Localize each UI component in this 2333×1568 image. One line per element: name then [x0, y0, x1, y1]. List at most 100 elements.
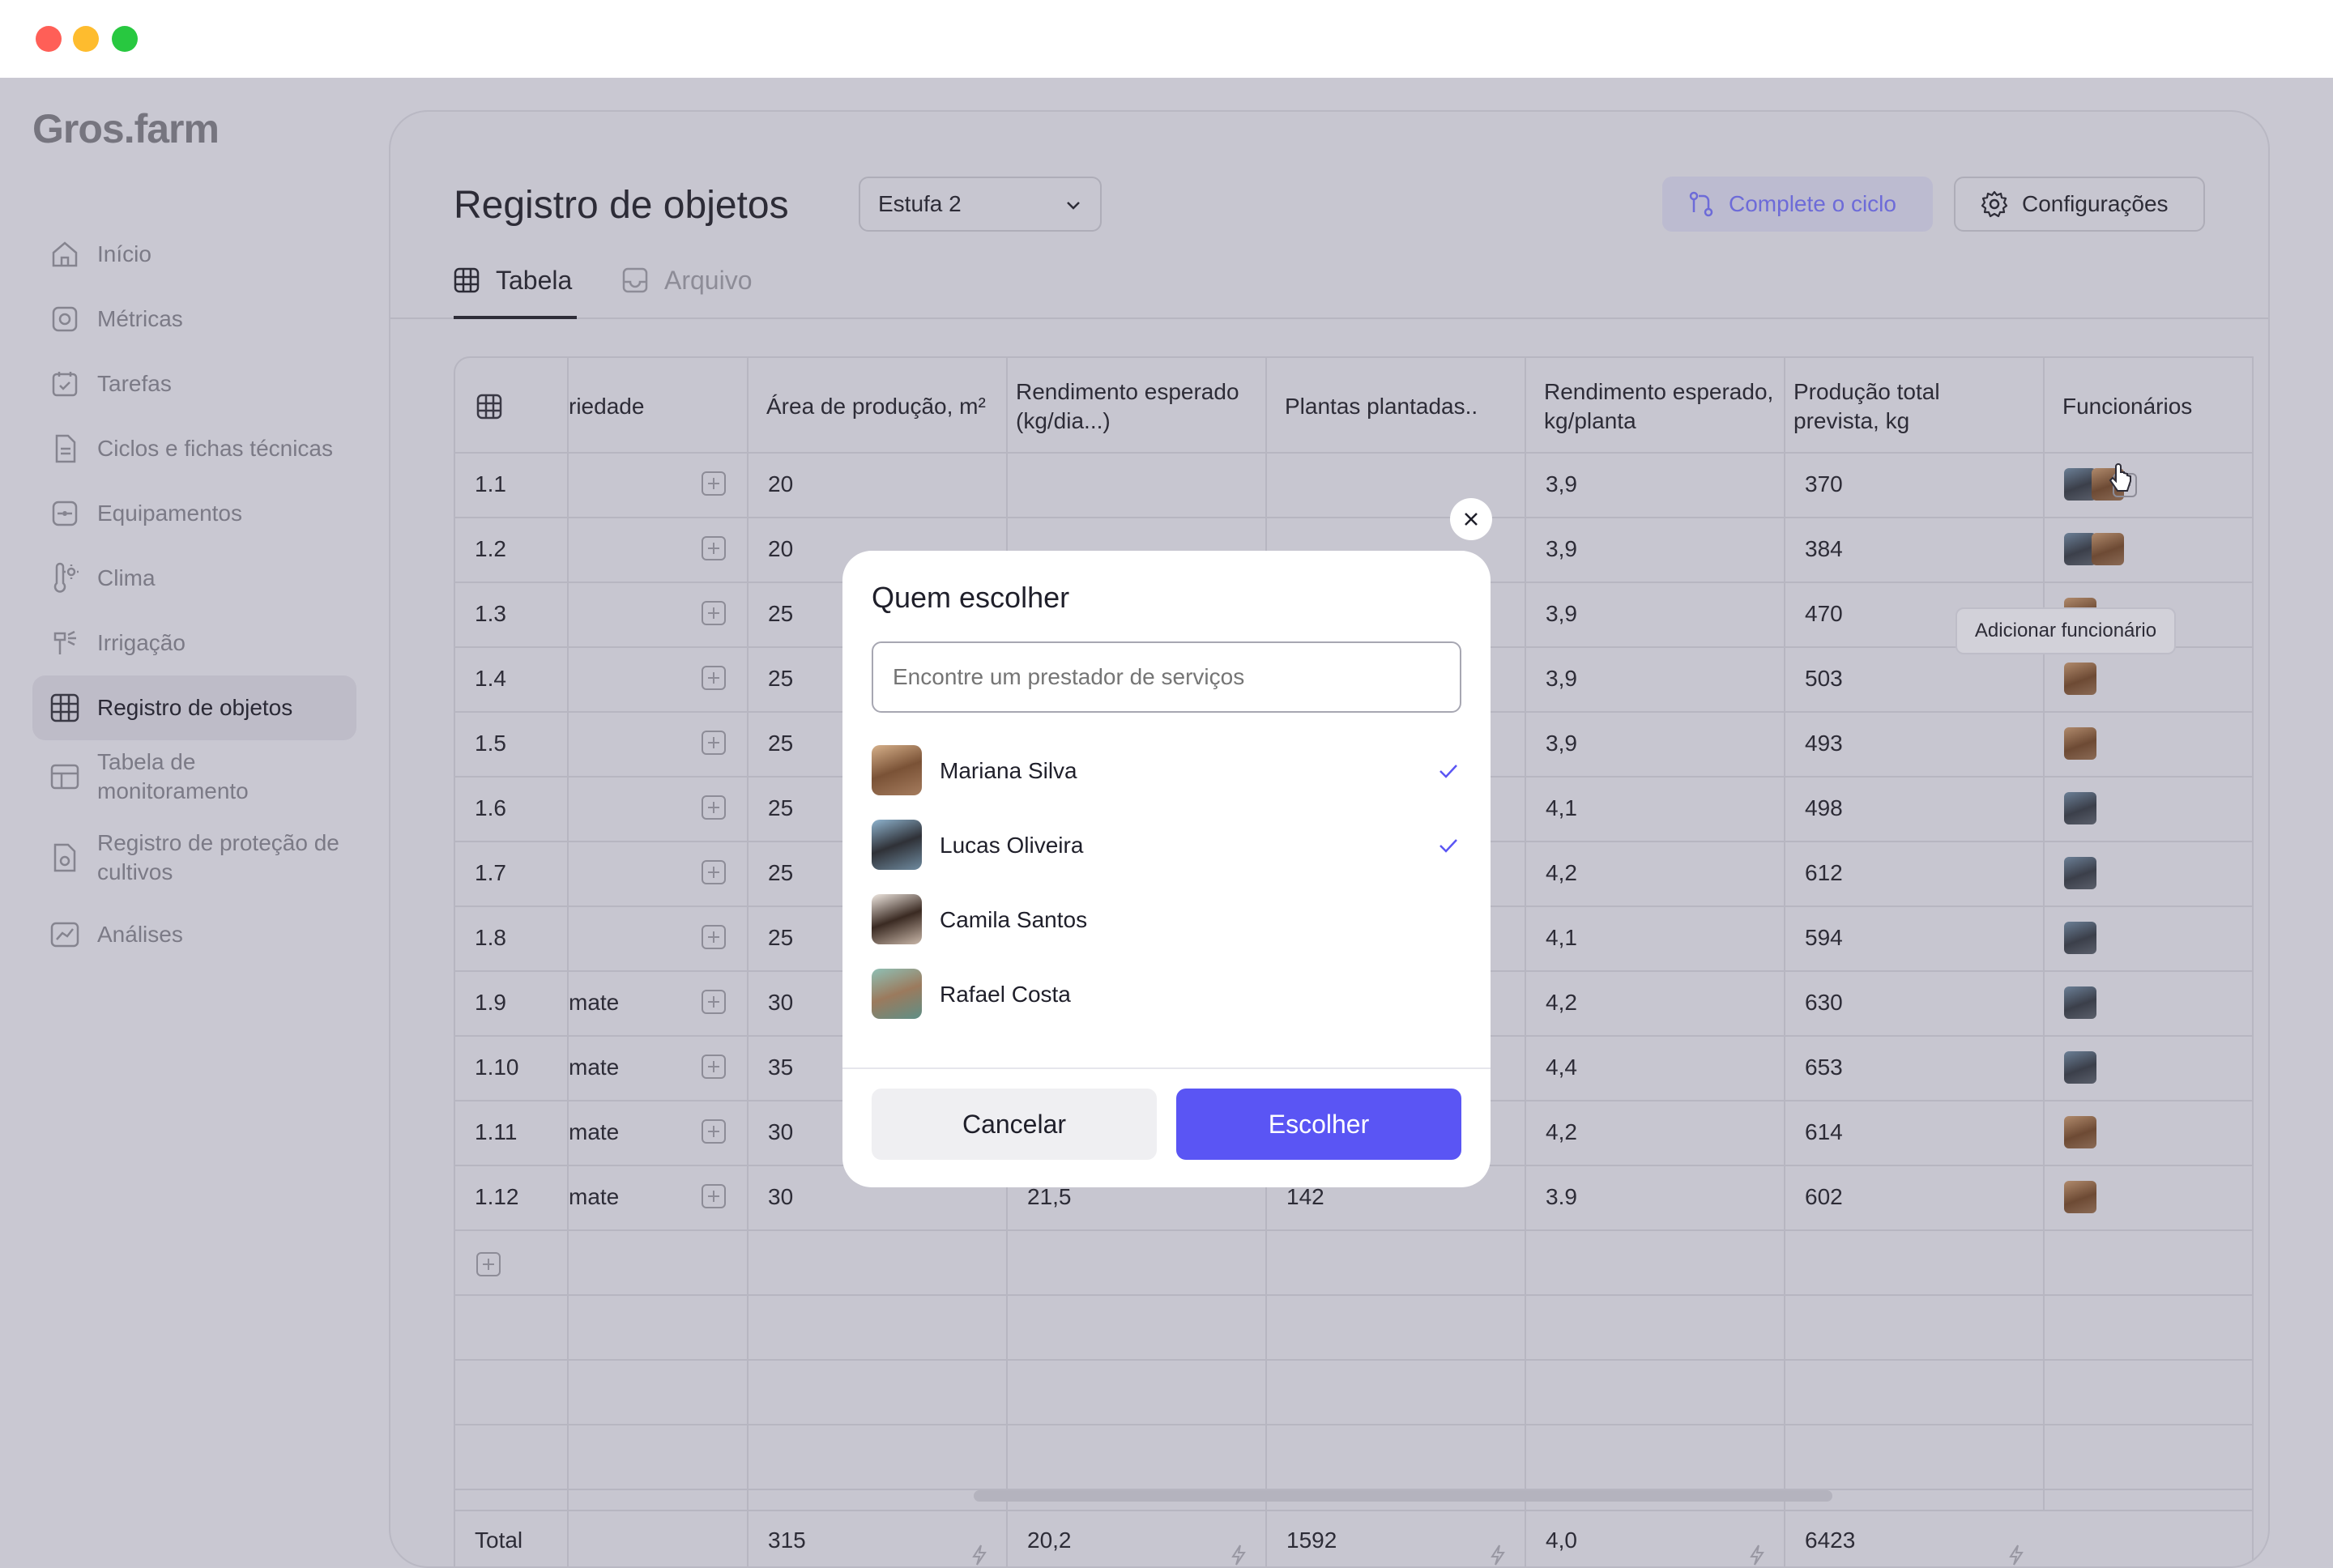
cell-id: 1.2 [475, 536, 506, 561]
sidebar-item-clima[interactable]: Clima [32, 546, 356, 611]
cell-yield-plant: 4,2 [1546, 1119, 1577, 1144]
sidebar-item-analises[interactable]: Análises [32, 902, 356, 967]
sidebar-item-label: Tabela de monitoramento [97, 749, 249, 803]
avatar [872, 894, 922, 944]
add-variety-button[interactable] [702, 731, 726, 755]
column-header-area[interactable]: Área de produção, m² [766, 392, 986, 421]
employee-avatar[interactable] [2064, 922, 2096, 954]
cell-yield-plant: 4,2 [1546, 860, 1577, 885]
add-variety-button[interactable] [702, 666, 726, 690]
total-yield-plant: 4,0 [1546, 1528, 1577, 1553]
add-variety-button[interactable] [702, 990, 726, 1014]
cell-area: 25 [768, 601, 794, 626]
cell-variety: mate [569, 1055, 620, 1080]
window-maximize-button[interactable] [112, 26, 138, 52]
sidebar-item-inicio[interactable]: Início [32, 222, 356, 287]
tab-arquivo[interactable]: Arquivo [622, 264, 768, 313]
cell-yield-plant: 3,9 [1546, 666, 1577, 691]
settings-button[interactable]: Configurações [1954, 177, 2205, 232]
chevron-down-icon [1067, 202, 1080, 210]
cell-total: 612 [1805, 860, 1843, 885]
add-row-button[interactable] [476, 1252, 501, 1276]
horizontal-scrollbar[interactable] [974, 1490, 1832, 1502]
provider-item[interactable]: Camila Santos [872, 894, 1461, 946]
cycle-icon [1689, 191, 1713, 217]
equipment-icon [52, 501, 78, 526]
add-variety-button[interactable] [702, 601, 726, 625]
employee-avatar[interactable] [2064, 1051, 2096, 1084]
cell-id: 1.10 [475, 1055, 519, 1080]
cell-total: 503 [1805, 666, 1843, 691]
provider-search-input[interactable] [872, 641, 1461, 713]
column-header-yield-day[interactable]: Rendimento esperado (kg/dia...) [1016, 377, 1259, 436]
app-logo: Gros.farm [32, 106, 220, 151]
add-variety-button[interactable] [702, 925, 726, 949]
lightning-icon [1750, 1545, 1764, 1566]
add-employee-tooltip: Adicionar funcionário [1956, 607, 2176, 654]
hand-cursor-icon [2109, 463, 2131, 492]
tasks-icon [52, 372, 78, 397]
add-variety-button[interactable] [702, 471, 726, 496]
employee-avatar[interactable] [2064, 1181, 2096, 1213]
window-minimize-button[interactable] [73, 26, 99, 52]
cell-yield-plant: 3,9 [1546, 601, 1577, 626]
choose-button[interactable]: Escolher [1176, 1089, 1461, 1160]
add-variety-button[interactable] [702, 1055, 726, 1079]
cell-area: 35 [768, 1055, 794, 1080]
sidebar-item-ciclos[interactable]: Ciclos e fichas técnicas [32, 416, 356, 481]
cell-id: 1.11 [475, 1119, 518, 1144]
check-icon [1439, 765, 1457, 778]
add-variety-button[interactable] [702, 536, 726, 560]
complete-cycle-label: Complete o ciclo [1729, 191, 1896, 216]
complete-cycle-button[interactable]: Complete o ciclo [1662, 177, 1933, 232]
column-header-variety[interactable]: riedade [569, 392, 644, 421]
provider-item[interactable]: Lucas Oliveira [872, 820, 1461, 871]
add-variety-button[interactable] [702, 795, 726, 820]
sidebar-item-label: Irrigação [97, 630, 186, 655]
window-close-button[interactable] [36, 26, 62, 52]
cancel-button[interactable]: Cancelar [872, 1089, 1157, 1160]
tab-tabela[interactable]: Tabela [454, 264, 577, 313]
modal-title: Quem escolher [872, 581, 1070, 614]
add-variety-button[interactable] [702, 860, 726, 884]
employee-avatar[interactable] [2064, 857, 2096, 889]
sidebar-item-label: Métricas [97, 306, 183, 331]
avatar [872, 969, 922, 1019]
sidebar-item-metricas[interactable]: Métricas [32, 287, 356, 352]
add-variety-button[interactable] [702, 1184, 726, 1208]
sidebar-item-protecao-cultivos[interactable]: Registro de proteção de cultivos [32, 821, 356, 894]
employee-avatar[interactable] [2064, 727, 2096, 760]
sidebar-item-equipamentos[interactable]: Equipamentos [32, 481, 356, 546]
sidebar-item-irrigacao[interactable]: Irrigação [32, 611, 356, 675]
total-production: 6423 [1805, 1528, 1856, 1553]
cell-id: 1.7 [475, 860, 506, 885]
employee-avatar[interactable] [2064, 792, 2096, 824]
employee-avatar[interactable] [2092, 533, 2124, 565]
cell-area: 30 [768, 990, 794, 1015]
modal-close-button[interactable] [1450, 498, 1492, 540]
column-header-employees[interactable]: Funcionários [2062, 392, 2192, 421]
cell-variety: mate [569, 990, 620, 1015]
cell-total: 614 [1805, 1119, 1843, 1144]
provider-item[interactable]: Rafael Costa [872, 969, 1461, 1020]
greenhouse-select[interactable]: Estufa 2 [859, 177, 1102, 232]
table-settings-icon[interactable] [476, 394, 502, 420]
tab-label: Tabela [496, 266, 573, 295]
add-variety-button[interactable] [702, 1119, 726, 1144]
cell-id: 1.1 [475, 471, 506, 496]
choose-provider-modal: Quem escolher Mariana Silva Lucas Oliveir… [842, 551, 1491, 1187]
column-header-yield-plant[interactable]: Rendimento esperado, kg/planta [1544, 377, 1787, 436]
sidebar-item-registro-objetos[interactable]: Registro de objetos [32, 675, 356, 740]
employee-avatar[interactable] [2064, 1116, 2096, 1148]
table-row[interactable]: 1.1 20 3,9 370 [455, 452, 2252, 517]
lightning-icon [972, 1545, 987, 1566]
employee-avatar[interactable] [2064, 663, 2096, 695]
lightning-icon [1491, 1545, 1505, 1566]
employee-avatar[interactable] [2064, 986, 2096, 1019]
column-header-plants[interactable]: Plantas plantadas.. [1285, 392, 1478, 421]
provider-name: Rafael Costa [940, 982, 1071, 1007]
column-header-total[interactable]: Produção total prevista, kg [1793, 377, 2004, 436]
sidebar-item-tabela-monitoramento[interactable]: Tabela de monitoramento [32, 740, 356, 813]
provider-item[interactable]: Mariana Silva [872, 745, 1461, 797]
sidebar-item-tarefas[interactable]: Tarefas [32, 352, 356, 416]
